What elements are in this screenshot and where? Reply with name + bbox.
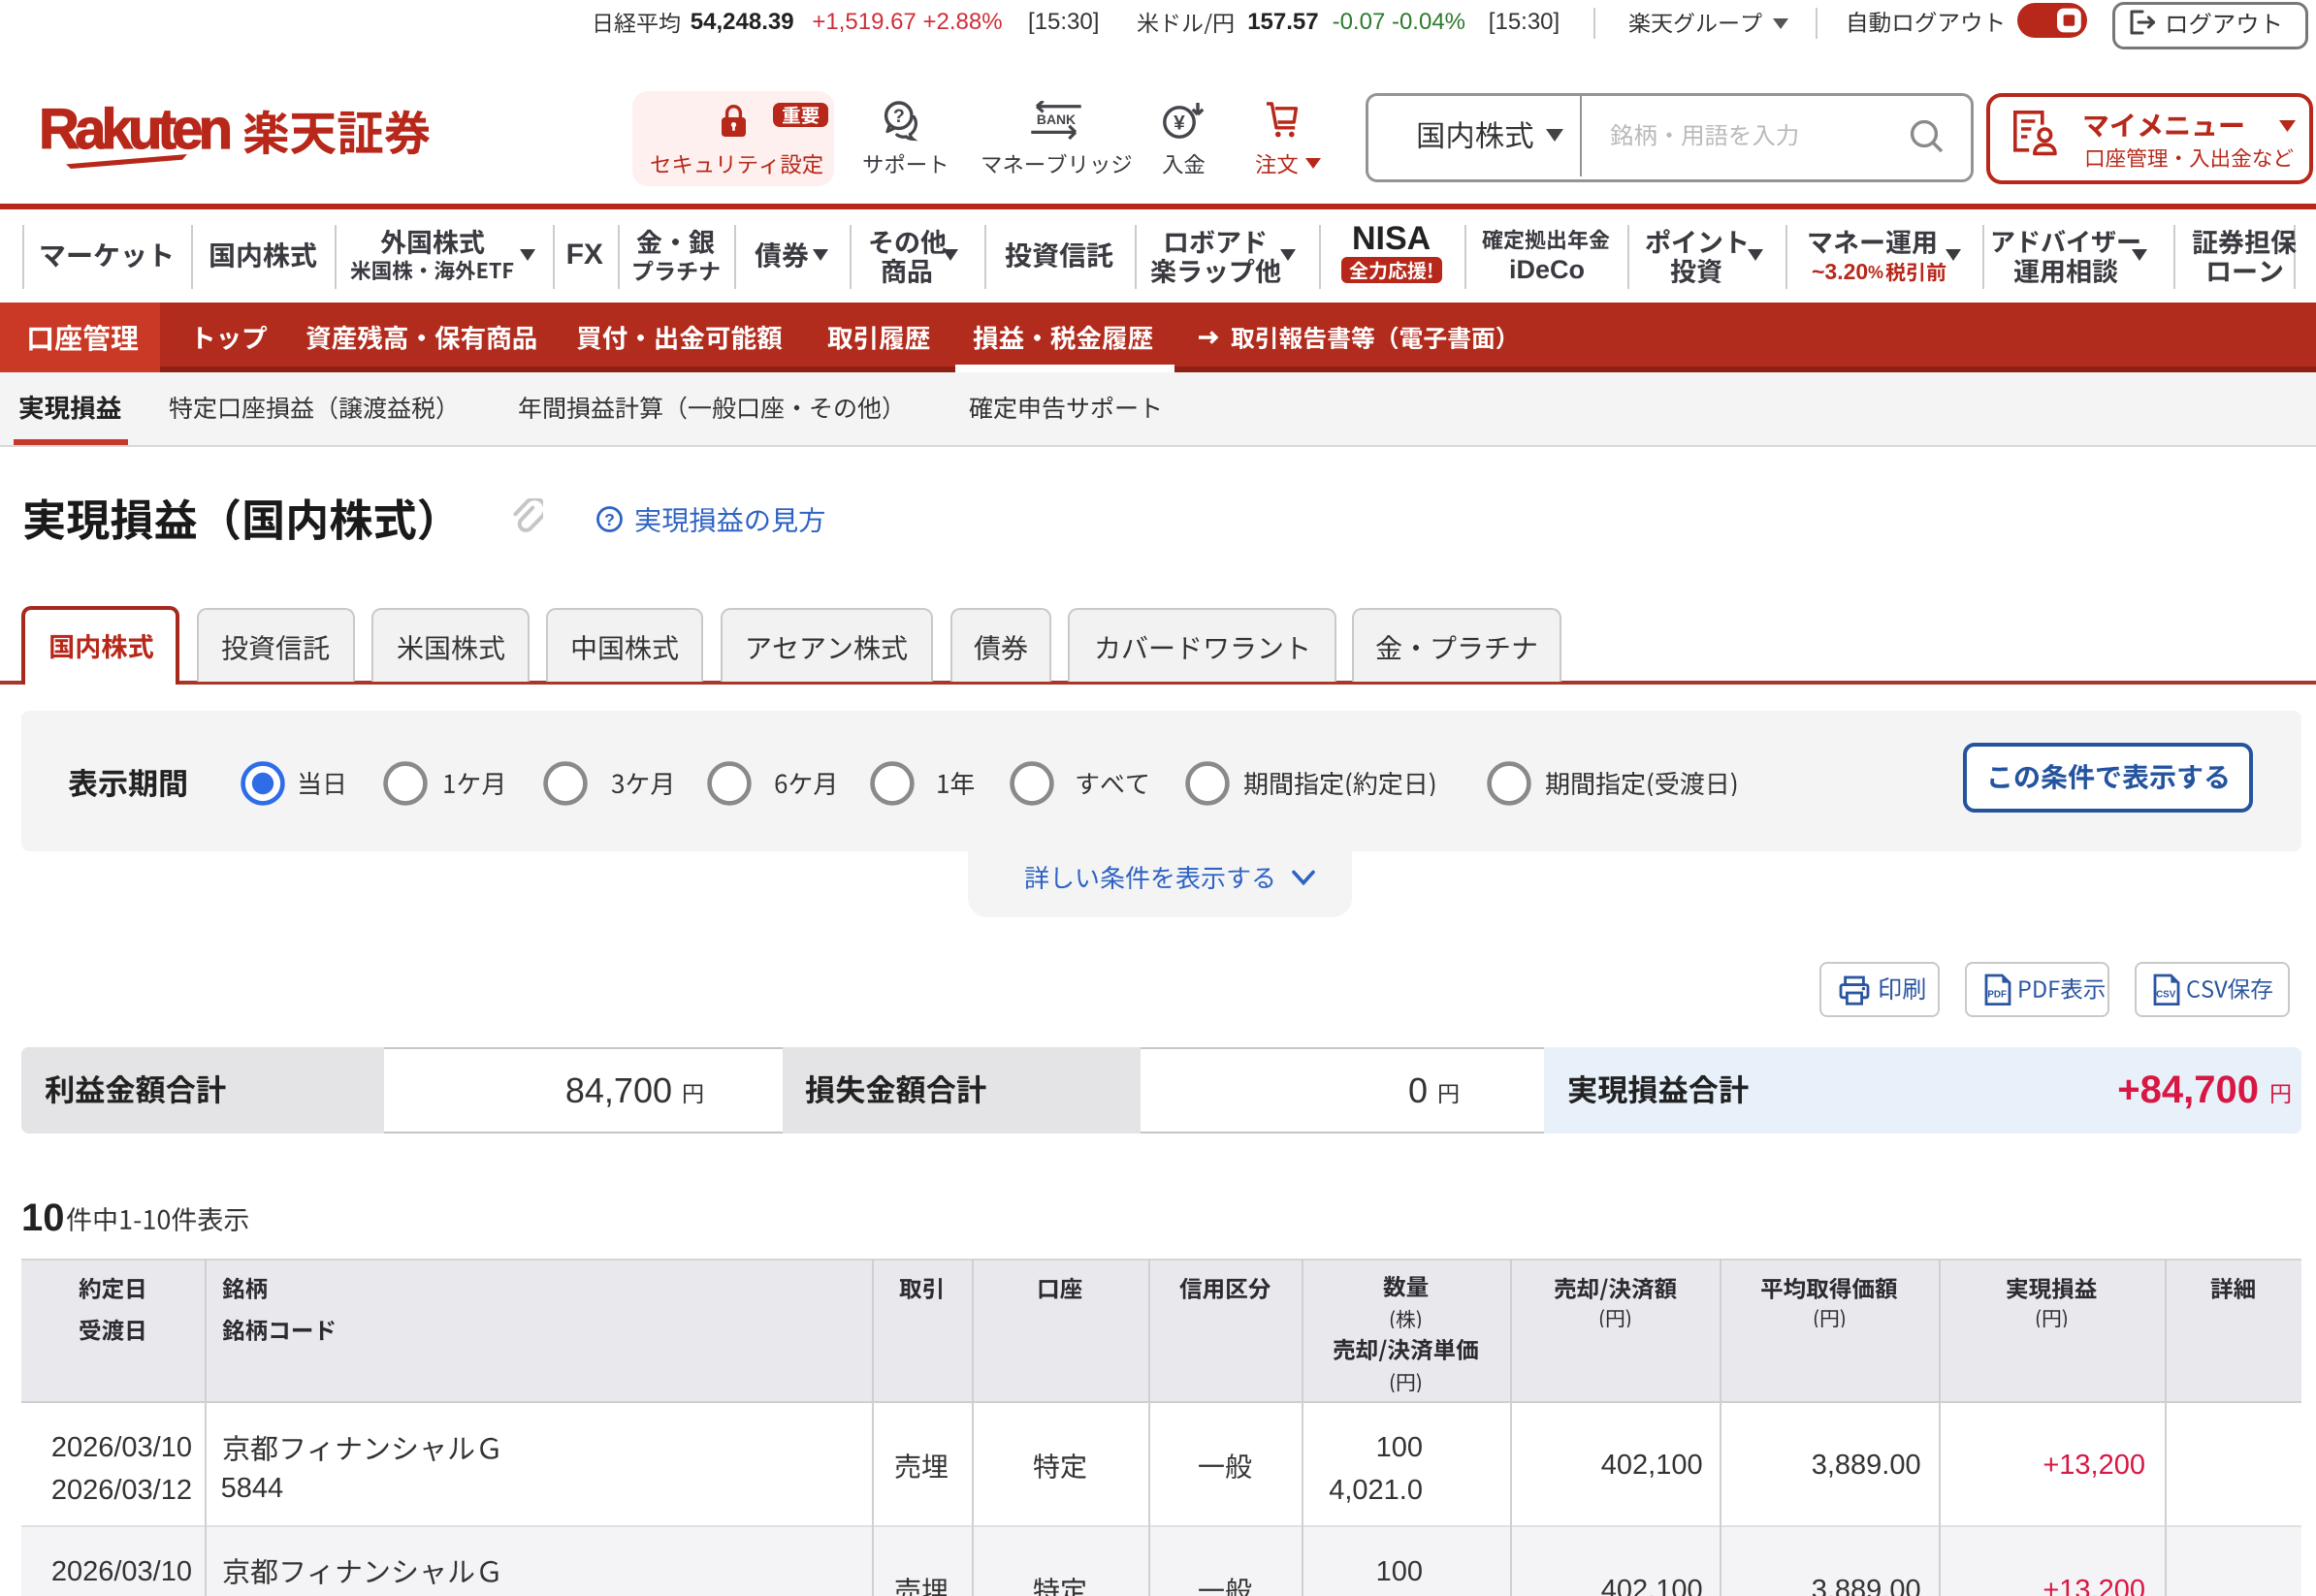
- svg-text:¥: ¥: [1174, 112, 1185, 135]
- svg-text:PDF: PDF: [1987, 990, 2007, 1001]
- svg-text:?: ?: [605, 510, 616, 529]
- svg-text:CSV: CSV: [2156, 990, 2176, 1001]
- svg-text:BANK: BANK: [1037, 112, 1076, 127]
- svg-text:?: ?: [893, 106, 905, 127]
